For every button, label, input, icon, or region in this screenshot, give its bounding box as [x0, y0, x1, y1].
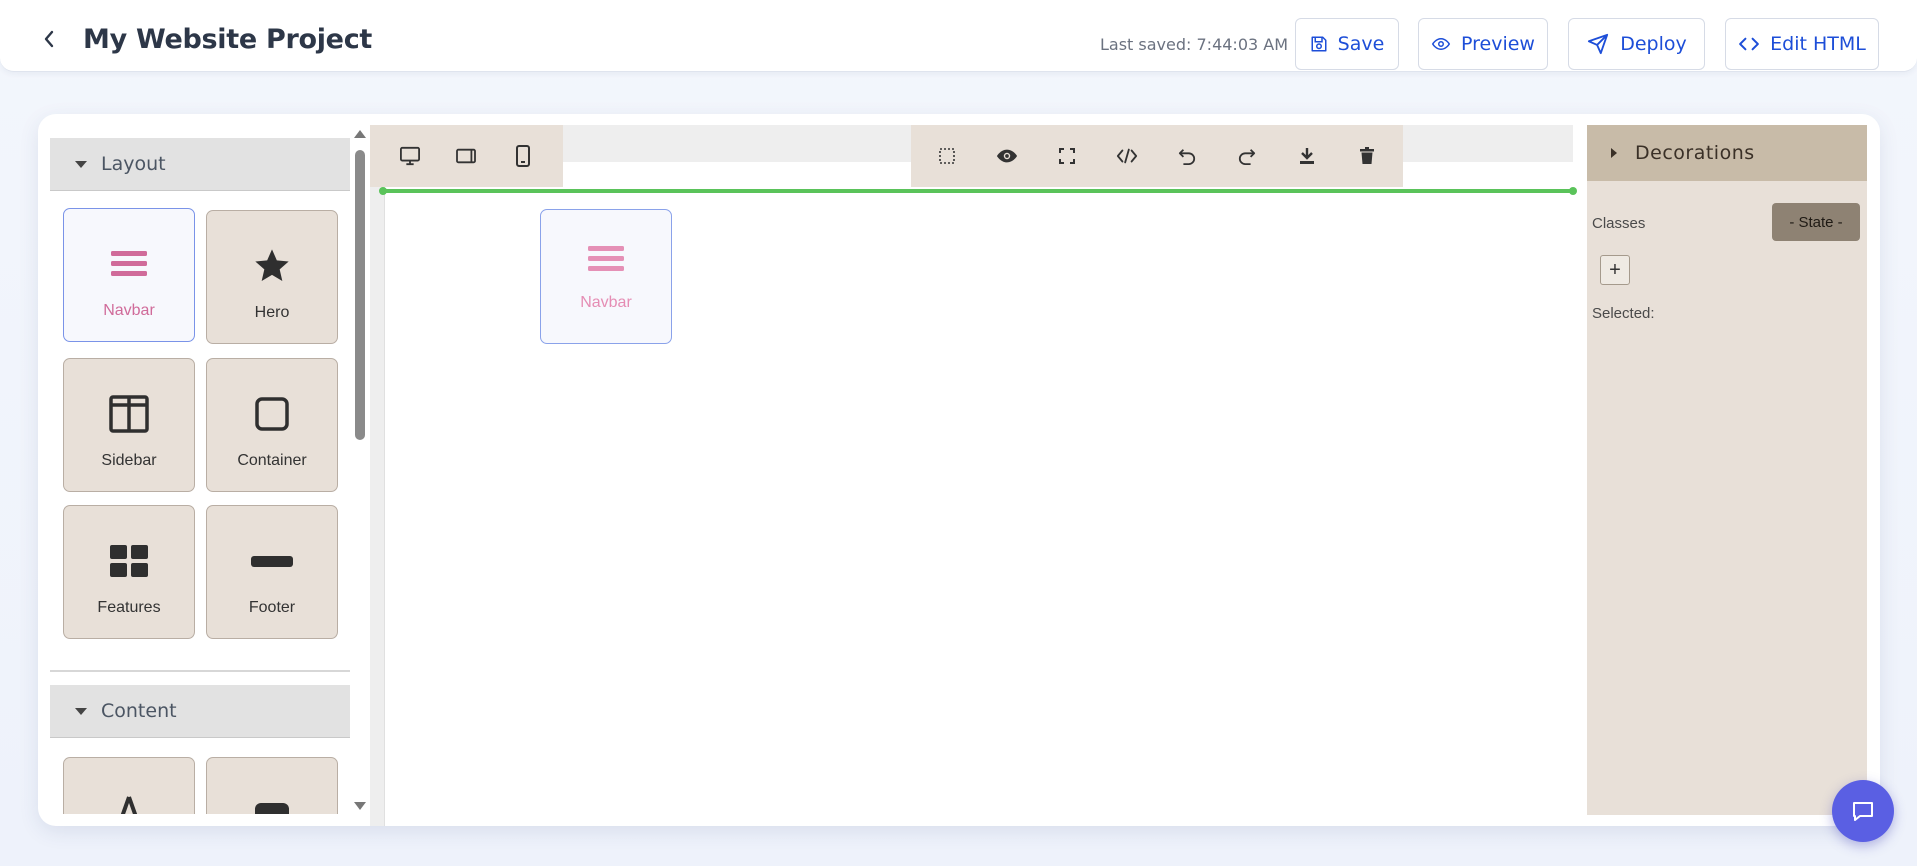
device-toolbar: [370, 125, 563, 187]
block-label: Navbar: [103, 302, 155, 319]
block-label: Footer: [248, 599, 296, 616]
editor-toolbar: [911, 125, 1403, 187]
block-container[interactable]: Container: [206, 358, 338, 492]
grid-icon: [109, 539, 149, 583]
save-icon: [1311, 36, 1327, 52]
style-panel: Decorations Classes - State - + Selected…: [1587, 125, 1867, 815]
app-header: My Website Project Last saved: 7:44:03 A…: [0, 0, 1917, 72]
undo-icon[interactable]: [1172, 141, 1202, 171]
caret-right-icon: [1611, 148, 1617, 158]
block-footer[interactable]: Footer: [206, 505, 338, 639]
deploy-button[interactable]: Deploy: [1568, 18, 1705, 70]
outline-icon[interactable]: [932, 141, 962, 171]
block-label: Sidebar: [101, 452, 157, 469]
add-class-button[interactable]: +: [1600, 255, 1630, 285]
blocks-panel: Layout Navbar Hero Sidebar Container Fea…: [50, 138, 350, 814]
save-label: Save: [1337, 33, 1385, 55]
selected-label: Selected:: [1592, 305, 1655, 322]
block-image[interactable]: [206, 757, 338, 814]
star-icon: [251, 244, 293, 288]
block-navbar[interactable]: Navbar: [63, 208, 195, 342]
block-label: Container: [237, 452, 307, 469]
columns-icon: [109, 392, 149, 436]
state-select[interactable]: - State -: [1772, 203, 1860, 241]
canvas-navbar-block[interactable]: Navbar: [540, 209, 672, 344]
redo-icon[interactable]: [1232, 141, 1262, 171]
decorations-title: Decorations: [1635, 142, 1755, 164]
back-button[interactable]: [38, 28, 60, 50]
download-icon[interactable]: [1292, 141, 1322, 171]
category-content[interactable]: Content: [50, 685, 350, 738]
block-sidebar[interactable]: Sidebar: [63, 358, 195, 492]
drop-indicator: [379, 187, 1577, 195]
category-divider: [50, 670, 350, 672]
code-icon[interactable]: [1112, 141, 1142, 171]
category-layout[interactable]: Layout: [50, 138, 350, 191]
edit-html-label: Edit HTML: [1770, 33, 1866, 55]
canvas-block-label: Navbar: [580, 294, 632, 311]
menu-lines-icon: [587, 243, 625, 280]
block-hero[interactable]: Hero: [206, 210, 338, 344]
last-saved-status: Last saved: 7:44:03 AM: [1100, 35, 1289, 54]
mobile-icon[interactable]: [508, 141, 538, 171]
caret-down-icon: [75, 160, 87, 168]
eye-icon: [1431, 37, 1451, 51]
page-title: My Website Project: [83, 24, 373, 55]
menu-lines-icon: [110, 242, 148, 286]
scroll-up-arrow-icon[interactable]: [354, 130, 366, 138]
chat-icon: [1853, 802, 1873, 821]
scroll-thumb[interactable]: [355, 150, 365, 440]
category-label: Content: [101, 700, 177, 722]
block-label: Features: [97, 599, 161, 616]
code-icon: [1739, 37, 1760, 51]
edit-html-button[interactable]: Edit HTML: [1725, 18, 1879, 70]
preview-label: Preview: [1461, 33, 1535, 55]
image-icon: [254, 791, 290, 814]
fullscreen-icon[interactable]: [1052, 141, 1082, 171]
trash-icon[interactable]: [1352, 141, 1382, 171]
desktop-icon[interactable]: [395, 141, 425, 171]
eye-icon[interactable]: [992, 141, 1022, 171]
text-icon: [111, 791, 147, 814]
deploy-label: Deploy: [1620, 33, 1687, 55]
chevron-left-icon: [44, 30, 54, 48]
block-features[interactable]: Features: [63, 505, 195, 639]
block-text[interactable]: [63, 757, 195, 814]
square-icon: [254, 392, 290, 436]
preview-button[interactable]: Preview: [1418, 18, 1548, 70]
decorations-section-header[interactable]: Decorations: [1587, 125, 1867, 181]
tablet-icon[interactable]: [451, 141, 481, 171]
blocks-scrollbar[interactable]: [352, 130, 368, 814]
caret-down-icon: [75, 707, 87, 715]
save-button[interactable]: Save: [1295, 18, 1399, 70]
bar-icon: [250, 539, 294, 583]
chat-button[interactable]: [1832, 780, 1894, 842]
scroll-down-arrow-icon[interactable]: [354, 802, 366, 810]
category-label: Layout: [101, 153, 166, 175]
classes-label: Classes: [1592, 215, 1646, 232]
block-label: Hero: [254, 304, 290, 321]
send-icon: [1588, 33, 1609, 55]
